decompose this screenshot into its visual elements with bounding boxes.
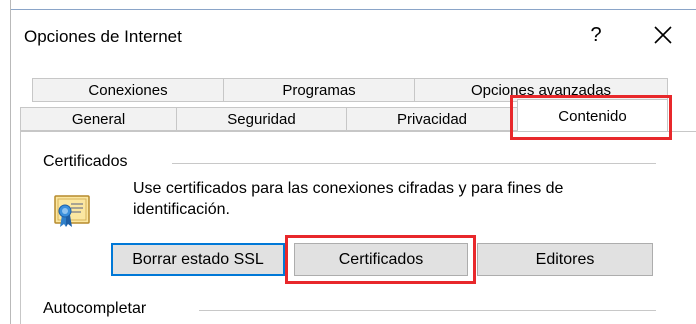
help-button[interactable]: ? — [576, 18, 616, 52]
certificates-group-divider — [172, 163, 656, 164]
tab-label: General — [71, 110, 126, 128]
help-label: ? — [590, 23, 602, 46]
close-button[interactable] — [639, 16, 687, 54]
title-bar[interactable]: Opciones de Internet ? — [11, 10, 696, 62]
tab-row-bottom: General Seguridad Privacidad Contenido — [20, 99, 680, 132]
certificate-icon — [54, 195, 90, 227]
publishers-button[interactable]: Editores — [477, 243, 653, 276]
clear-ssl-button[interactable]: Borrar estado SSL — [111, 243, 285, 276]
tab-general[interactable]: General — [20, 107, 177, 131]
internet-options-dialog: Opciones de Internet ? Conexiones Progra… — [0, 0, 696, 324]
tab-label: Opciones avanzadas — [470, 81, 612, 99]
certificates-group-label: Certificados — [43, 153, 128, 171]
window-left-edge — [0, 0, 11, 324]
autocomplete-group-divider — [199, 310, 656, 311]
tab-contenido[interactable]: Contenido — [517, 99, 668, 132]
clear-ssl-label: Borrar estado SSL — [132, 250, 264, 268]
tab-privacidad[interactable]: Privacidad — [346, 107, 518, 131]
tab-conexiones[interactable]: Conexiones — [32, 78, 224, 102]
autocomplete-group-label: Autocompletar — [43, 300, 147, 318]
certificates-label: Certificados — [338, 250, 424, 268]
certificates-description: Use certificados para las conexiones cif… — [133, 178, 653, 220]
tab-label: Contenido — [558, 107, 627, 125]
tab-label: Seguridad — [227, 110, 296, 128]
tab-label: Privacidad — [396, 110, 468, 128]
window-title: Opciones de Internet — [24, 27, 182, 46]
window-top-edge — [0, 0, 696, 10]
close-icon — [654, 26, 672, 44]
tab-seguridad[interactable]: Seguridad — [176, 107, 347, 131]
tab-label: Programas — [282, 81, 356, 99]
description-line-1: Use certificados para las conexiones cif… — [133, 180, 564, 197]
certificates-button[interactable]: Certificados — [294, 243, 468, 276]
tab-label: Conexiones — [88, 81, 168, 99]
publishers-label: Editores — [535, 250, 595, 268]
tab-programas[interactable]: Programas — [223, 78, 415, 102]
description-line-2: identificación. — [133, 201, 230, 218]
